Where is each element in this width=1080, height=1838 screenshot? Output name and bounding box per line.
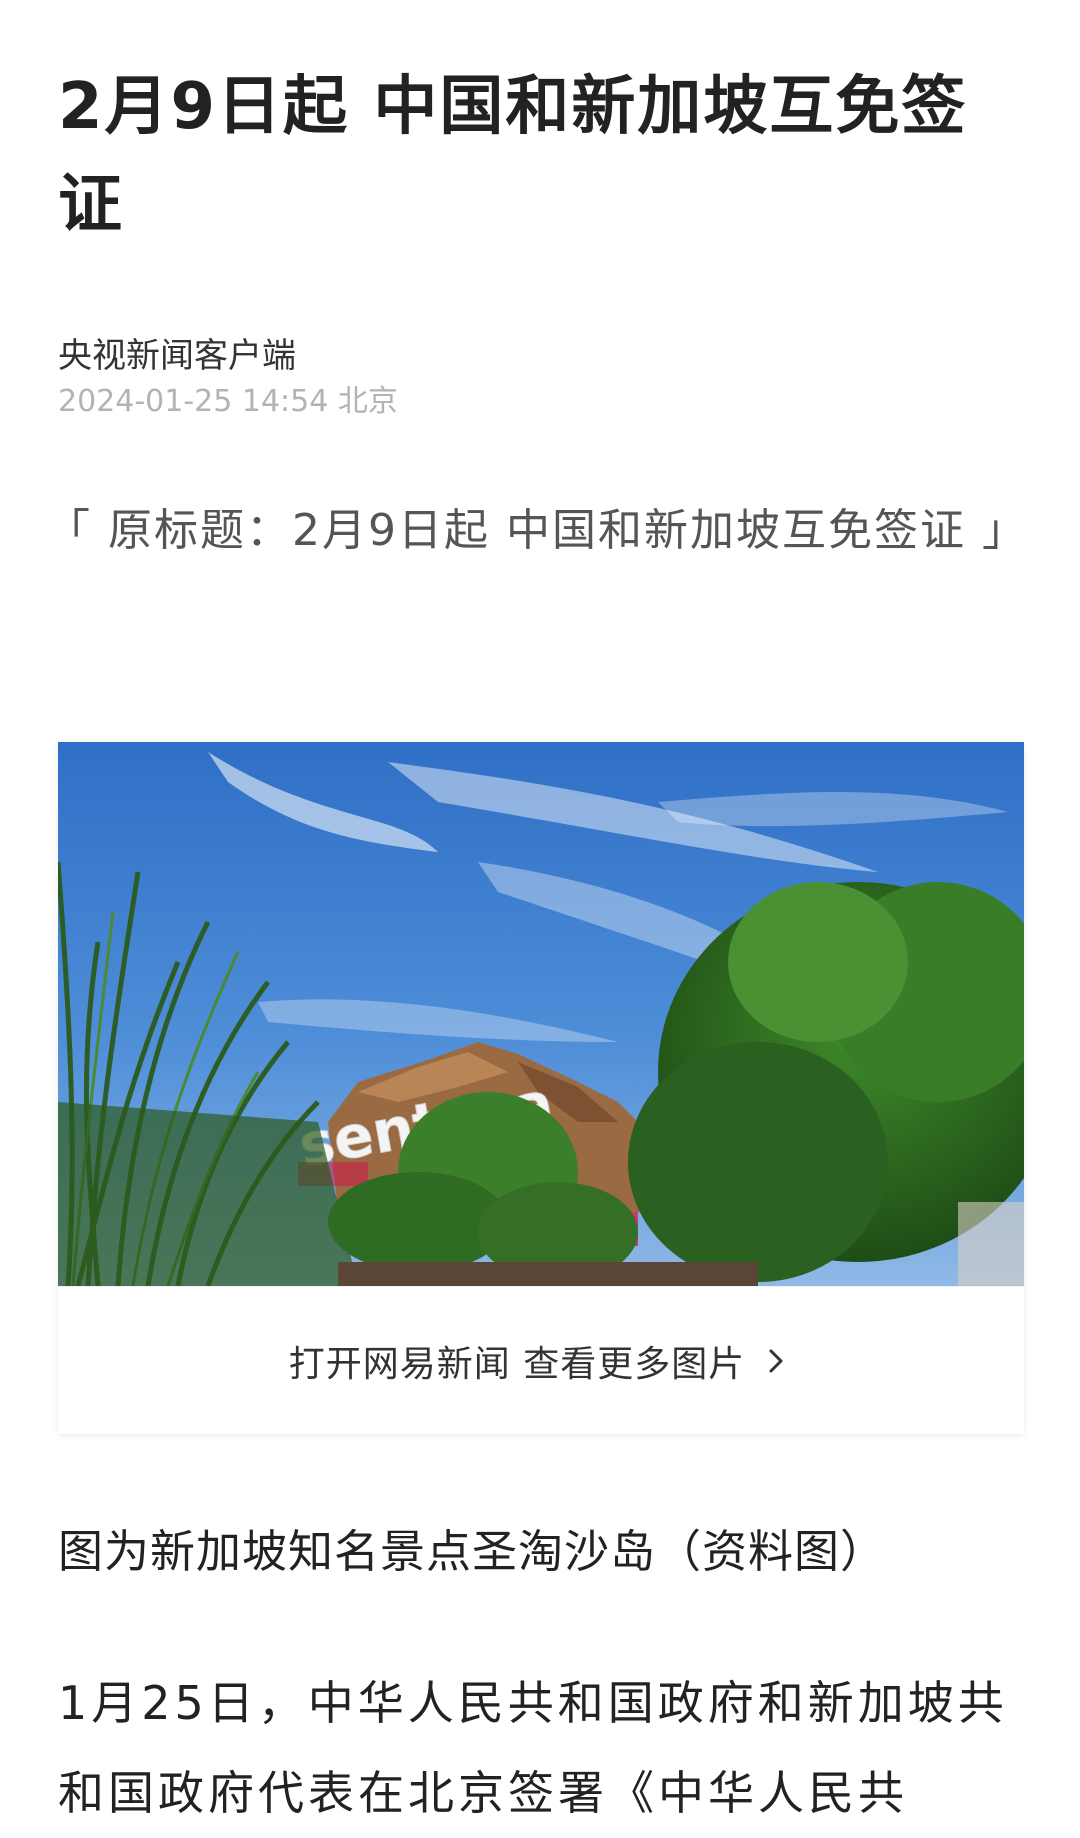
photo-card: sentosa [58, 742, 1024, 1434]
article-photo[interactable]: sentosa [58, 742, 1024, 1286]
source-name[interactable]: 央视新闻客户端 [58, 334, 296, 378]
original-title: 「 原标题：2月9日起 中国和新加坡互免签证 」 [46, 505, 1028, 556]
chevron-right-icon [759, 1344, 793, 1378]
headline: 2月9日起 中国和新加坡互免签证 [58, 70, 968, 242]
publish-meta: 2024-01-25 14:54 北京 [58, 384, 398, 419]
photo-caption: 图为新加坡知名景点圣淘沙岛（资料图） [58, 1525, 887, 1578]
photo-illustration: sentosa [58, 742, 1024, 1286]
article-paragraph: 1月25日，中华人民共和国政府和新加坡共和国政府代表在北京签署《中华人民共 [58, 1676, 1008, 1820]
more-photos-label: 打开网易新闻 查看更多图片 [288, 1344, 746, 1385]
open-app-more-photos-link[interactable]: 打开网易新闻 查看更多图片 [58, 1286, 1024, 1435]
article: 2月9日起 中国和新加坡互免签证 央视新闻客户端 2024-01-25 14:5… [0, 0, 1080, 1820]
